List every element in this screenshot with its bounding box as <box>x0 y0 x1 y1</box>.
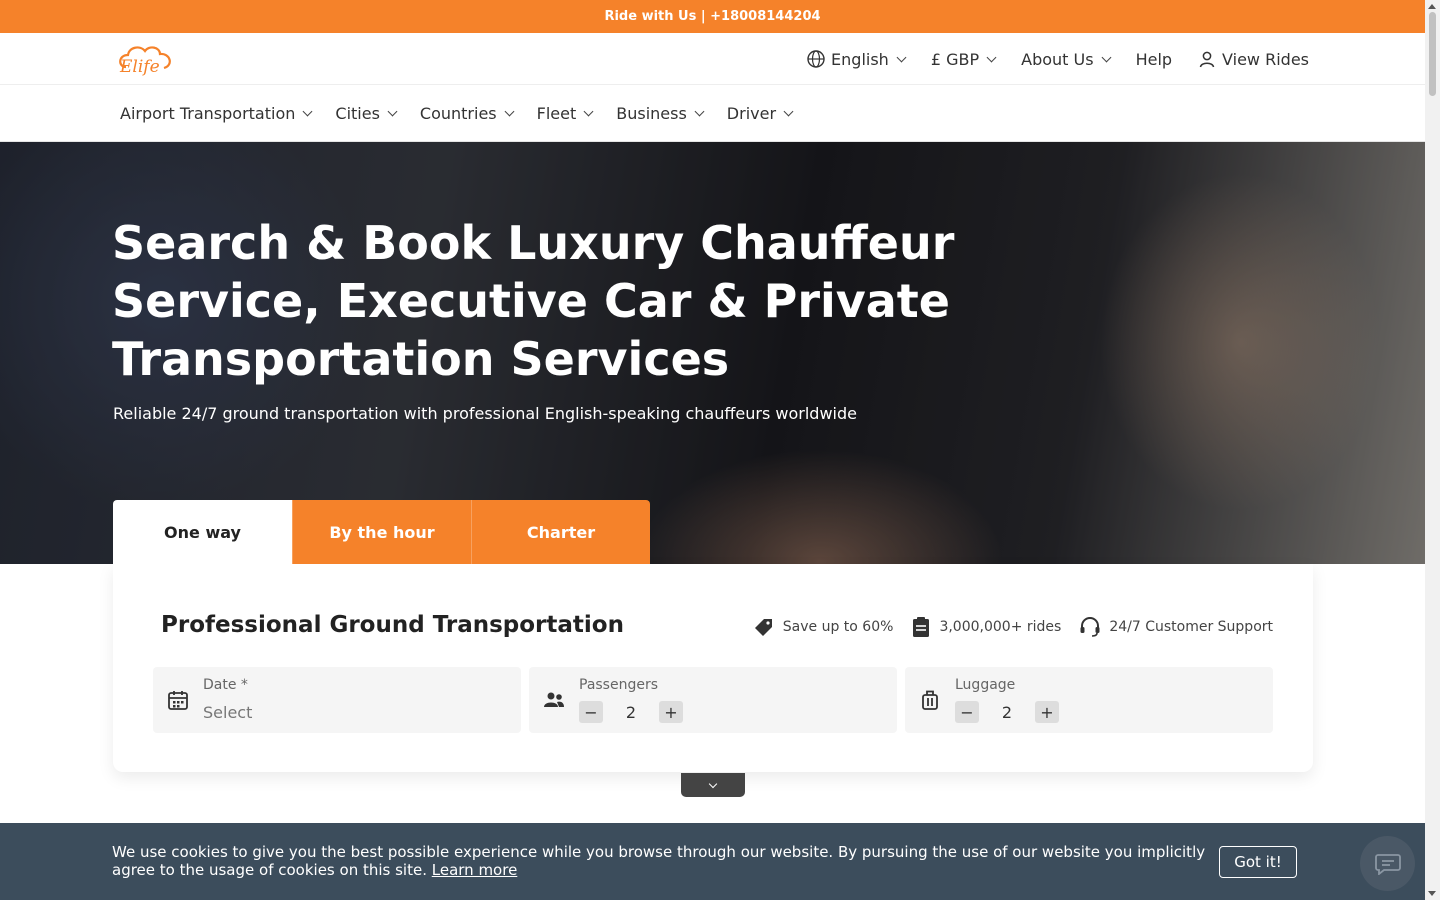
feature-text: Save up to 60% <box>782 619 894 635</box>
passengers-label: Passengers <box>579 677 659 693</box>
date-value[interactable]: Select <box>203 703 252 722</box>
cookie-message: We use cookies to give you the best poss… <box>112 843 1212 879</box>
booking-card: Professional Ground Transportation Save … <box>113 564 1313 772</box>
about-us-label: About Us <box>1021 49 1094 69</box>
passengers-increment-button[interactable]: + <box>659 701 683 723</box>
booking-fields: Date * Select Passengers − 2 + Luggage −… <box>153 667 1273 733</box>
nav-label: Countries <box>419 104 497 123</box>
cookie-banner: We use cookies to give you the best poss… <box>0 823 1425 900</box>
luggage-field: Luggage − 2 + <box>905 667 1273 733</box>
chevron-down-icon <box>583 106 594 117</box>
user-icon <box>1199 51 1215 68</box>
currency-label: £ GBP <box>930 49 980 69</box>
luggage-icon <box>922 690 938 710</box>
currency-selector[interactable]: £ GBP <box>930 49 997 69</box>
chevron-down-icon <box>504 106 515 117</box>
date-field[interactable]: Date * Select <box>153 667 521 733</box>
nav-item-countries[interactable]: Countries <box>419 104 515 123</box>
view-rides-label: View Rides <box>1222 49 1309 69</box>
feature-list: Save up to 60% 3,000,000+ rides 24/7 Cus… <box>753 616 1273 638</box>
nav-label: Fleet <box>536 104 577 123</box>
site-header: Elife English £ GBP About Us Help View R… <box>0 33 1425 85</box>
cookie-text: We use cookies to give you the best poss… <box>112 843 1206 879</box>
help-label: Help <box>1135 49 1173 69</box>
headset-icon <box>1080 617 1100 637</box>
feature-savings: Save up to 60% <box>753 616 894 638</box>
chevron-down-icon <box>302 106 313 117</box>
passengers-field: Passengers − 2 + <box>529 667 897 733</box>
nav-item-fleet[interactable]: Fleet <box>536 104 594 123</box>
tab-charter[interactable]: Charter <box>471 500 650 564</box>
feature-support: 24/7 Customer Support <box>1079 616 1273 638</box>
nav-item-cities[interactable]: Cities <box>335 104 398 123</box>
passengers-stepper: − 2 + <box>579 701 683 723</box>
calendar-icon <box>168 691 188 710</box>
chevron-down-icon <box>783 106 794 117</box>
feature-rides: 3,000,000+ rides <box>911 616 1061 638</box>
globe-icon <box>807 50 825 68</box>
chevron-down-icon <box>387 106 398 117</box>
date-label: Date * <box>203 677 248 693</box>
nav-label: Airport Transportation <box>120 104 296 123</box>
booking-title: Professional Ground Transportation <box>161 612 624 638</box>
nav-item-driver[interactable]: Driver <box>726 104 794 123</box>
about-us-menu[interactable]: About Us <box>1021 49 1112 69</box>
booking-tabs: One way By the hour Charter <box>113 500 650 564</box>
luggage-value: 2 <box>1001 702 1013 722</box>
hero-title: Search & Book Luxury Chauffeur Service, … <box>112 216 955 386</box>
nav-item-business[interactable]: Business <box>616 104 705 123</box>
main-navigation: Airport Transportation Cities Countries … <box>0 85 1425 142</box>
nav-label: Cities <box>335 104 380 123</box>
nav-label: Driver <box>726 104 777 123</box>
luggage-stepper: − 2 + <box>955 701 1059 723</box>
hero-subtitle: Reliable 24/7 ground transportation with… <box>113 404 857 423</box>
page-scrollbar[interactable] <box>1425 0 1440 900</box>
tab-one-way[interactable]: One way <box>113 500 292 564</box>
people-icon <box>544 692 564 707</box>
luggage-increment-button[interactable]: + <box>1035 701 1059 723</box>
scroll-up-arrow-icon[interactable] <box>1428 4 1436 9</box>
language-label: English <box>831 49 889 69</box>
logo-text: Elife <box>119 57 160 77</box>
scroll-down-arrow-icon[interactable] <box>1428 891 1436 896</box>
chevron-down-icon <box>1101 52 1112 62</box>
learn-more-link[interactable]: Learn more <box>432 861 518 879</box>
language-selector[interactable]: English <box>807 49 907 69</box>
cookie-accept-button[interactable]: Got it! <box>1219 846 1297 878</box>
top-announcement-bar: Ride with Us | +18008144204 <box>0 0 1425 33</box>
chevron-down-icon <box>708 779 718 788</box>
nav-label: Business <box>616 104 687 123</box>
chat-icon <box>1374 853 1401 875</box>
passengers-decrement-button[interactable]: − <box>579 701 603 723</box>
elife-logo[interactable]: Elife <box>116 41 178 77</box>
clipboard-icon <box>913 617 930 637</box>
chevron-down-icon <box>986 52 997 62</box>
expand-form-button[interactable] <box>681 773 745 797</box>
view-rides-link[interactable]: View Rides <box>1198 50 1309 69</box>
luggage-decrement-button[interactable]: − <box>955 701 979 723</box>
luggage-label: Luggage <box>955 677 1016 693</box>
feature-text: 24/7 Customer Support <box>1109 619 1273 635</box>
chevron-down-icon <box>896 52 907 62</box>
passengers-value: 2 <box>625 702 637 722</box>
chat-button[interactable] <box>1360 836 1415 891</box>
tab-by-the-hour[interactable]: By the hour <box>292 500 471 564</box>
nav-item-airport-transportation[interactable]: Airport Transportation <box>120 104 313 123</box>
feature-text: 3,000,000+ rides <box>939 619 1062 635</box>
scroll-thumb[interactable] <box>1429 12 1436 96</box>
announcement-text[interactable]: Ride with Us | +18008144204 <box>604 9 820 24</box>
tag-icon <box>754 619 772 636</box>
chevron-down-icon <box>694 106 705 117</box>
help-link[interactable]: Help <box>1136 50 1172 69</box>
